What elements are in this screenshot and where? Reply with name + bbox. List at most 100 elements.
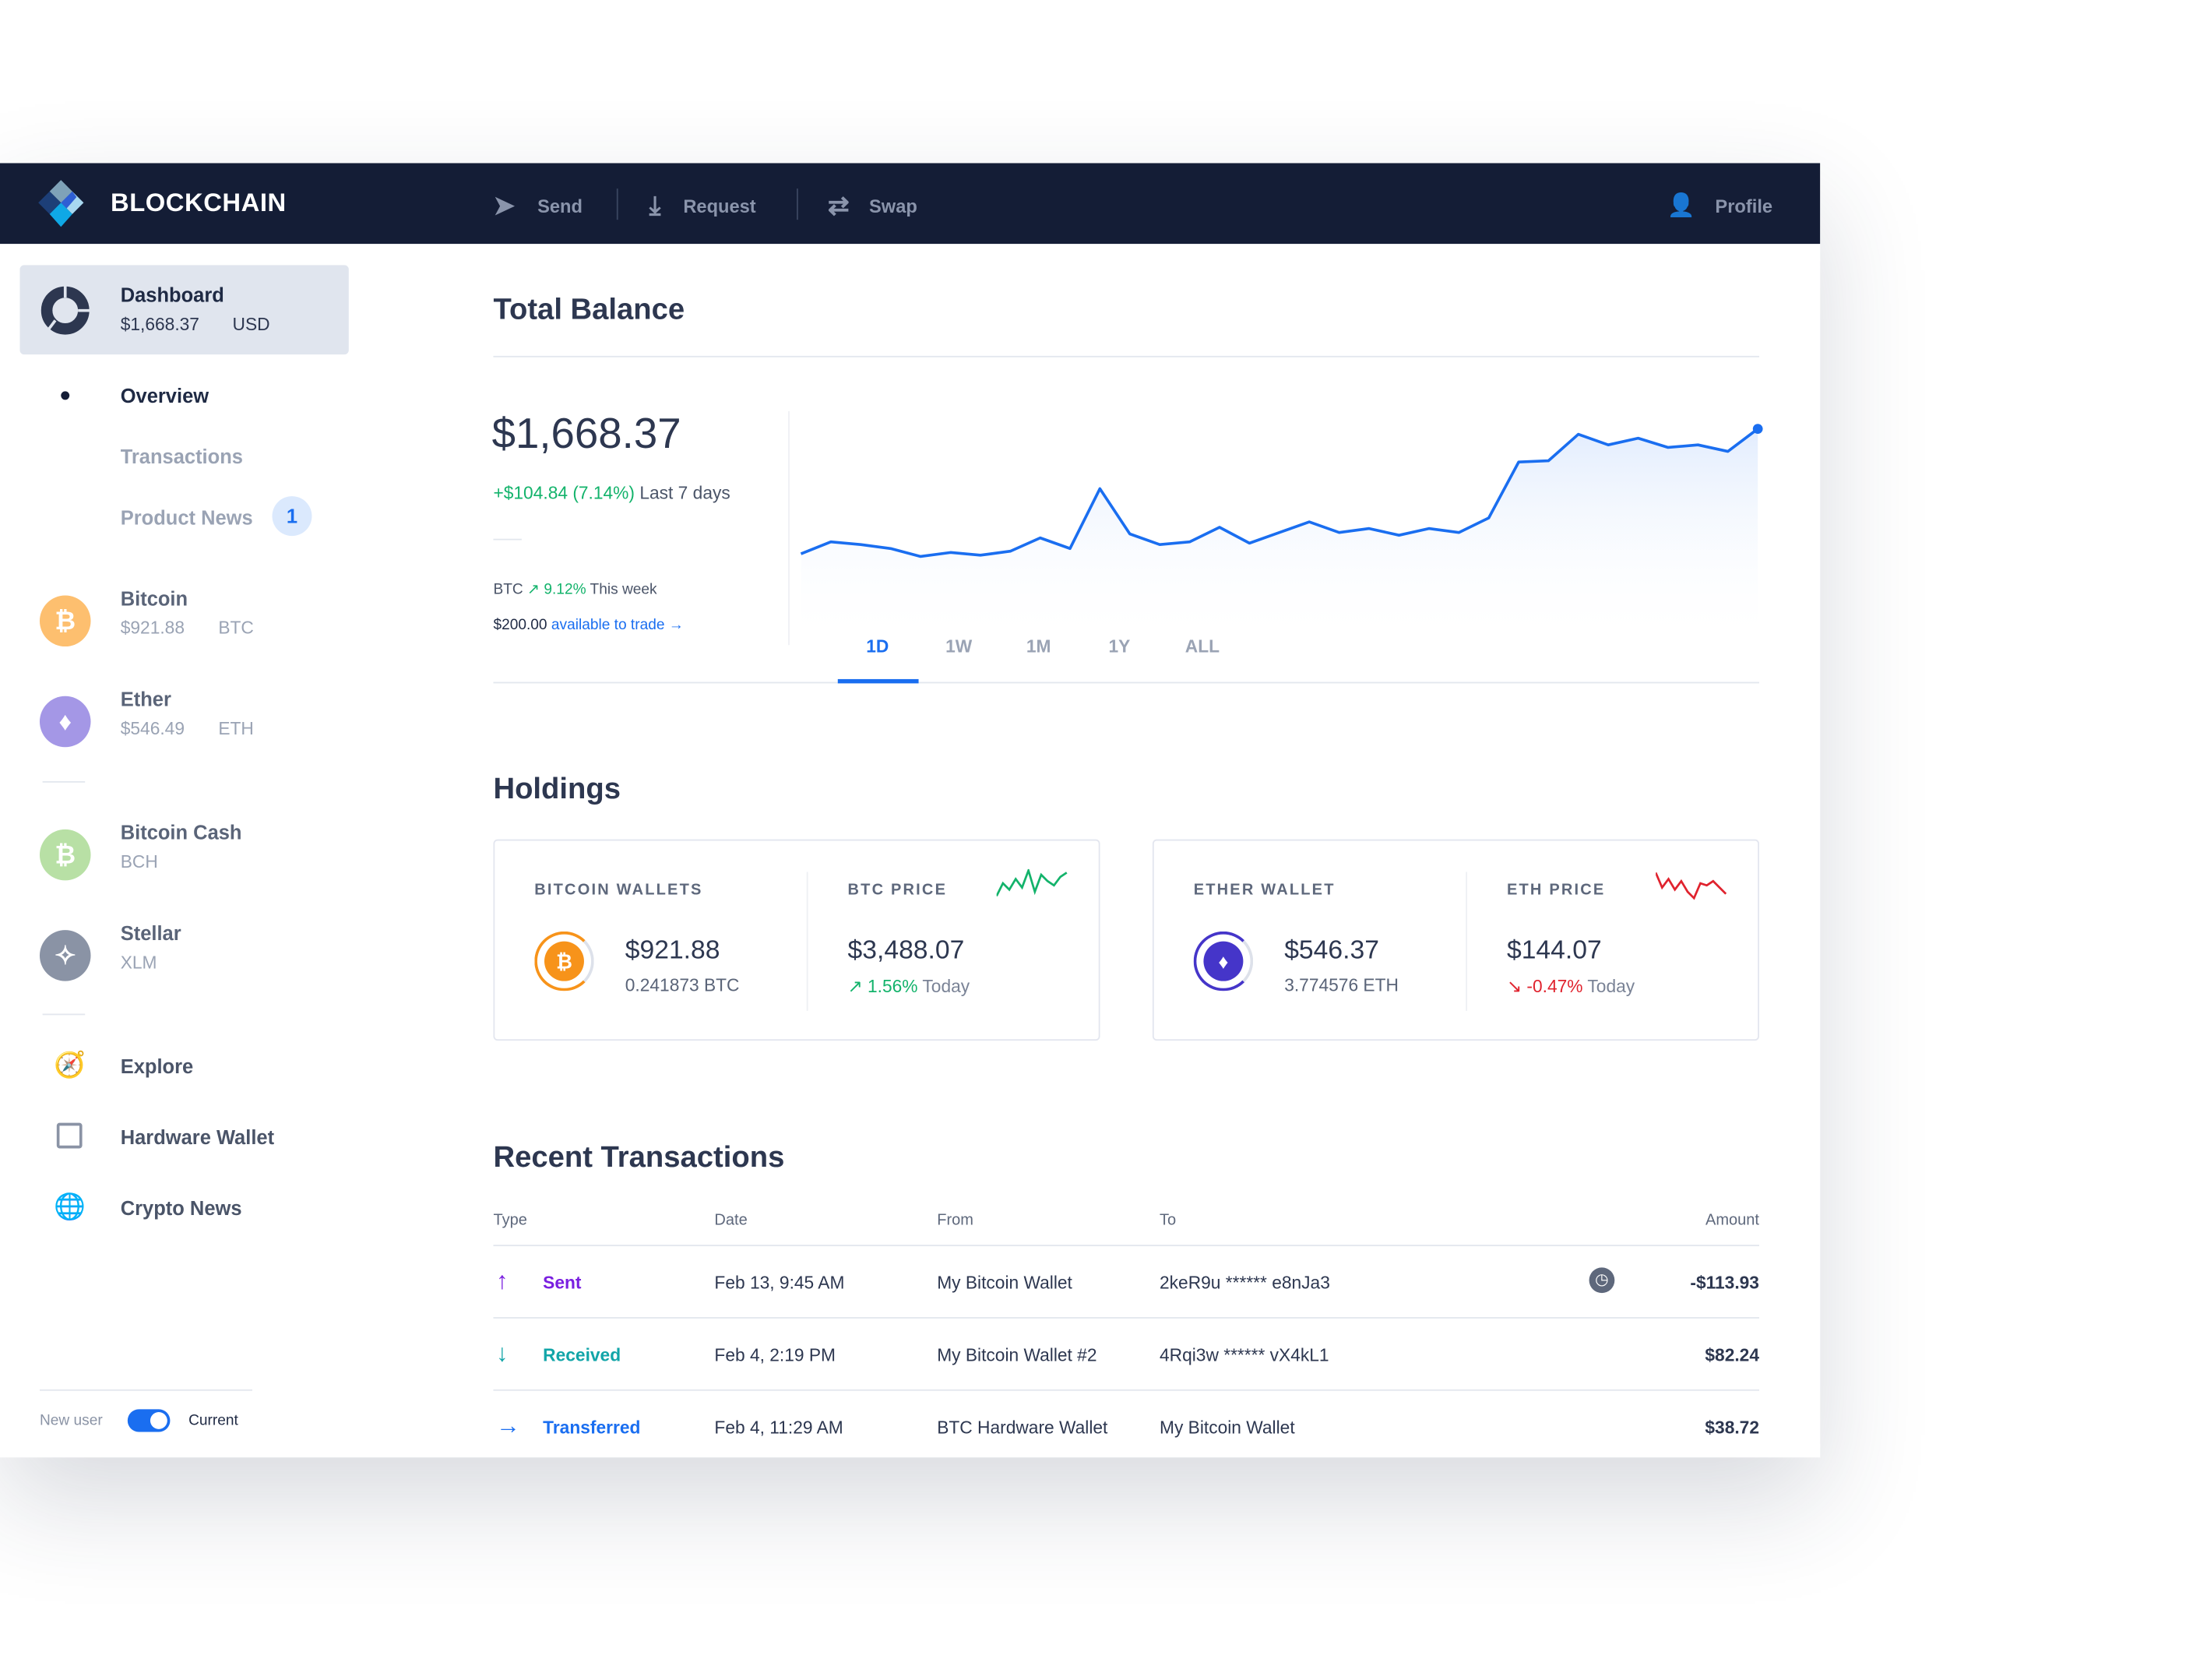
transaction-from: My Bitcoin Wallet #2	[937, 1345, 1097, 1365]
range-tab-1y[interactable]: 1Y	[1108, 636, 1130, 656]
trade-amount: $200.00	[493, 616, 547, 634]
swap-arrows-icon: ⇄	[828, 191, 850, 220]
range-tab-1d[interactable]: 1D	[866, 636, 889, 656]
sidebar-coin-eth[interactable]: ♦ Ether $546.49 ETH	[0, 685, 354, 759]
price-change: 1.56%	[867, 977, 918, 997]
sidebar-item-transactions[interactable]: Transactions	[121, 446, 243, 468]
balance-change-period: Last 7 days	[639, 483, 730, 504]
divider	[493, 1245, 1759, 1247]
wallet-units: 0.241873 BTC	[625, 975, 740, 995]
divider	[493, 355, 1759, 357]
sidebar-coin-xlm[interactable]: ✧ Stellar XLM	[0, 919, 354, 993]
range-tab-all[interactable]: ALL	[1185, 636, 1220, 656]
news-count-badge: 1	[272, 496, 312, 537]
dashboard-currency: USD	[232, 315, 270, 335]
wallet-label: ETHER WALLET	[1193, 882, 1336, 900]
paper-plane-icon: ➤	[493, 191, 515, 220]
coin-price: $3,488.07	[847, 934, 965, 964]
transaction-date: Feb 13, 9:45 AM	[714, 1273, 845, 1294]
user-mode-toggle[interactable]	[127, 1409, 171, 1432]
range-tab-1w[interactable]: 1W	[945, 636, 972, 656]
wallet-balance: $921.88	[625, 934, 720, 964]
coin-ring: ₿	[534, 931, 594, 991]
col-type: Type	[493, 1212, 527, 1230]
col-to: To	[1160, 1212, 1177, 1230]
sidebar-coin-btc[interactable]: ₿ Bitcoin $921.88 BTC	[0, 584, 354, 658]
balance-change: +$104.84 (7.14%)	[493, 483, 635, 504]
top-header: BLOCKCHAIN ➤ Send ⤓ Request ⇄ Swap 👤 Profile	[0, 163, 1821, 245]
holding-card[interactable]: ETHER WALLET ♦ $546.37 3.774576 ETH ETH …	[1152, 839, 1759, 1041]
download-icon: ⤓	[649, 191, 661, 220]
transaction-from: My Bitcoin Wallet	[937, 1273, 1072, 1294]
coin-ticker: ETH	[218, 718, 254, 739]
chart-area	[801, 428, 1758, 646]
price-period: Today	[1587, 977, 1635, 997]
dashboard-amount: $1,668.37	[120, 315, 199, 335]
arrow-up-right-icon: ↗	[527, 581, 540, 599]
transaction-type-icon: ↓	[496, 1340, 509, 1367]
coin-icon: ♦	[1203, 941, 1244, 981]
nav-divider	[797, 188, 798, 220]
transaction-row[interactable]: ↓ Received Feb 4, 2:19 PM My Bitcoin Wal…	[493, 1320, 1759, 1391]
transaction-amount: -$113.93	[1690, 1273, 1759, 1294]
compass-icon: 🧭	[54, 1050, 86, 1079]
transaction-type: Sent	[543, 1273, 582, 1294]
sidebar-item-overview[interactable]: Overview	[121, 384, 209, 407]
coin-ring: ♦	[1193, 931, 1254, 991]
col-amount: Amount	[1705, 1212, 1759, 1230]
pie-chart-icon	[40, 284, 93, 335]
toggle-right-label: Current	[188, 1412, 238, 1429]
sidebar-item-hardware-wallet[interactable]: Hardware Wallet	[121, 1125, 274, 1148]
globe-icon: 🌐	[54, 1192, 86, 1221]
divider	[493, 682, 1759, 684]
sidebar-item-dashboard[interactable]: Dashboard $1,668.37 USD	[19, 265, 349, 355]
transaction-row[interactable]: ↑ Sent Feb 13, 9:45 AM My Bitcoin Wallet…	[493, 1248, 1759, 1319]
available-to-trade-link[interactable]: available to trade →	[551, 617, 684, 634]
price-label: ETH PRICE	[1506, 882, 1606, 900]
profile-button[interactable]: 👤 Profile	[1667, 192, 1772, 220]
ether-coin-icon: ♦	[39, 696, 91, 748]
balance-chart	[800, 424, 1763, 646]
price-sparkline	[996, 868, 1068, 897]
coin-price: $144.07	[1506, 934, 1602, 964]
coin-name: Ether	[120, 687, 171, 710]
transaction-row[interactable]: → Transferred Feb 4, 11:29 AM BTC Hardwa…	[493, 1393, 1759, 1458]
wallet-units: 3.774576 ETH	[1284, 975, 1399, 995]
sidebar-item-product-news[interactable]: Product News	[121, 506, 253, 529]
bitcoin-coin-icon: ₿	[39, 595, 91, 647]
wallet-label: BITCOIN WALLETS	[534, 882, 703, 900]
send-button[interactable]: ➤ Send	[493, 192, 582, 221]
transaction-type-icon: →	[496, 1412, 521, 1439]
price-sparkline	[1656, 872, 1727, 900]
transaction-date: Feb 4, 11:29 AM	[714, 1418, 843, 1438]
wallet-balance: $546.37	[1284, 934, 1379, 964]
divider	[788, 410, 790, 646]
coin-ticker: XLM	[120, 953, 157, 973]
divider	[493, 538, 522, 541]
swap-button[interactable]: ⇄ Swap	[828, 192, 917, 221]
balance-amount: $1,668.37	[491, 410, 681, 458]
price-label: BTC PRICE	[847, 882, 948, 900]
coin-amount: $921.88	[120, 618, 185, 639]
trend-arrow-icon: ↘	[1506, 977, 1522, 997]
recent-transactions-title: Recent Transactions	[493, 1141, 785, 1175]
toggle-left-label: New user	[39, 1412, 103, 1429]
transaction-date: Feb 4, 2:19 PM	[714, 1345, 836, 1365]
coin-amount: $546.49	[120, 718, 185, 739]
coin-name: Stellar	[120, 921, 181, 945]
range-tab-1m[interactable]: 1M	[1026, 636, 1051, 656]
divider	[493, 1389, 1759, 1391]
pending-clock-icon: ◷	[1589, 1267, 1615, 1294]
price-period: Today	[922, 977, 970, 997]
sidebar-item-crypto-news[interactable]: Crypto News	[121, 1196, 242, 1219]
holdings-title: Holdings	[493, 773, 621, 805]
blockchain-logo-icon	[38, 180, 84, 227]
coin-ticker: BTC	[218, 618, 254, 639]
brand-name: BLOCKCHAIN	[110, 188, 287, 217]
holding-card[interactable]: BITCOIN WALLETS ₿ $921.88 0.241873 BTC B…	[493, 839, 1100, 1041]
sidebar-item-explore[interactable]: Explore	[121, 1055, 193, 1077]
sidebar-coin-bch[interactable]: ₿ Bitcoin Cash BCH	[0, 818, 354, 892]
col-from: From	[937, 1212, 973, 1230]
active-dot-icon	[61, 391, 70, 400]
request-button[interactable]: ⤓ Request	[649, 192, 756, 221]
